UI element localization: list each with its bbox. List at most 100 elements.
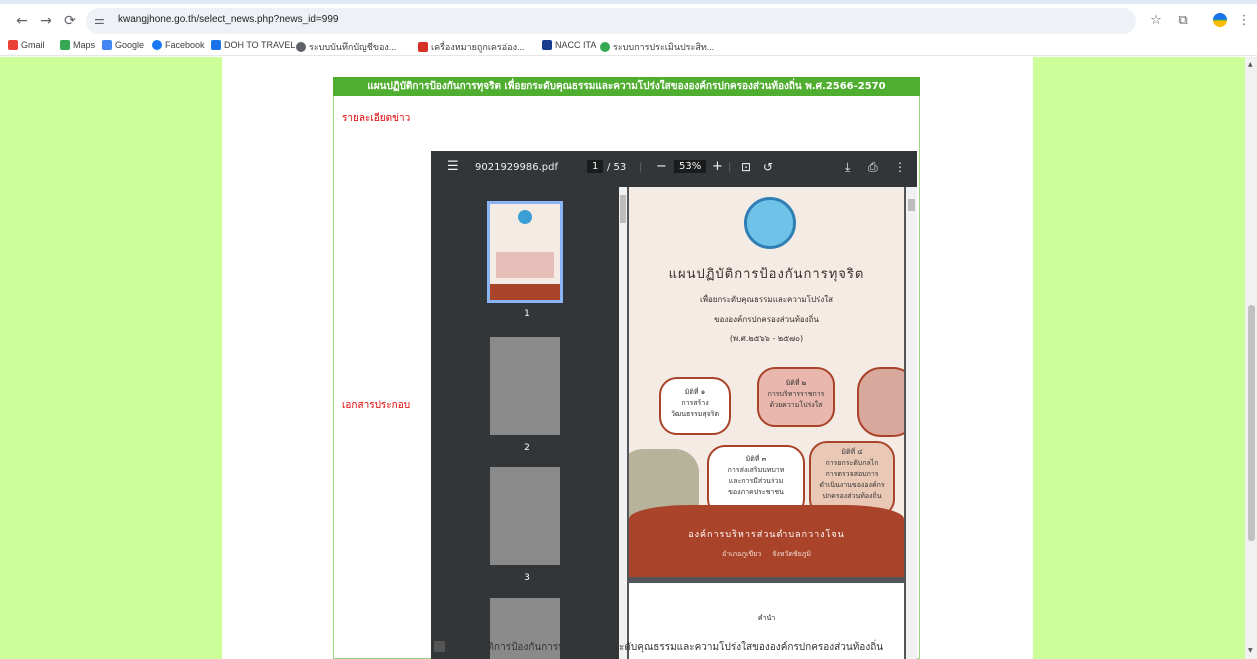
dim2-title: มิติที่ ๒ (785, 379, 807, 387)
dim3-line1: การส่งเสริมบทบาท (727, 466, 785, 474)
dim4-line3: ดำเนินงานขององค์กร (819, 481, 885, 489)
print-icon[interactable]: ⎙ (868, 160, 878, 175)
bookmark-mark[interactable]: เครื่องหมายถูกเครอ่อง... (418, 40, 524, 54)
scroll-up-icon[interactable]: ▲ (1248, 61, 1253, 68)
pdf-filename: 9021929986.pdf (475, 162, 559, 173)
right-green-margin (1033, 57, 1245, 659)
globe-icon (600, 42, 610, 52)
dim3-line3: ของภาคประชาชน (728, 488, 784, 496)
pdf-cover-page: แผนปฏิบัติการป้องกันการทุจริต เพื่อยกระด… (629, 187, 904, 577)
logo-icon (518, 210, 532, 224)
toolbar-divider: | (728, 162, 732, 173)
star-icon[interactable]: ☆ (1148, 13, 1164, 28)
page-scrollbar[interactable]: ▲ ▼ (1245, 57, 1257, 659)
page2-heading: คำนำ (757, 614, 776, 622)
dim2-line1: การบริหารราชการ (767, 390, 825, 398)
dimension-1-hexagon: มิติที่ ๑ การสร้าง วัฒนธรรมสุจริต (659, 377, 731, 435)
bookmark-evaluation[interactable]: ระบบการประเมินประสิท... (600, 40, 714, 54)
tab-strip (0, 0, 1257, 4)
bookmark-doh[interactable]: DOH TO TRAVEL (211, 40, 295, 50)
pdf-page-view[interactable]: แผนปฏิบัติการป้องกันการทุจริต เพื่อยกระด… (627, 187, 917, 659)
bookmark-nacc[interactable]: NACC ITA (542, 40, 596, 50)
dim4-line2: การตรวจสอบการ (825, 470, 879, 478)
download-icon[interactable]: ⤓ (845, 160, 850, 175)
extensions-icon[interactable]: ⧉ (1175, 13, 1191, 28)
doc-years: (พ.ศ.๒๕๖๖ - ๒๕๗๐) (729, 334, 804, 343)
thumbnail-page-3[interactable] (490, 467, 560, 565)
dim4-line4: ปกครองส่วนท้องถิ่น (822, 492, 882, 500)
fit-page-icon[interactable]: ⊡ (741, 160, 751, 174)
pdf-scrollbar[interactable] (906, 187, 917, 659)
thumbnail-sidebar: 1 2 3 (431, 187, 627, 659)
thumbnail-number-3: 3 (524, 573, 530, 583)
emblem-icon (744, 197, 796, 249)
dim1-title: มิติที่ ๑ (684, 388, 706, 396)
back-icon[interactable]: ← (14, 13, 30, 29)
facebook-icon (152, 40, 162, 50)
dim4-line1: การยกระดับกลไก (825, 459, 879, 467)
dimension-2-hexagon: มิติที่ ๒ การบริหารราชการ ด้วยความโปร่งใ… (757, 367, 835, 427)
bookmark-maps[interactable]: Maps (60, 40, 95, 50)
zoom-in-icon[interactable]: + (712, 159, 723, 174)
doc-subtitle-2: ขององค์กรปกครองส่วนท้องถิ่น (714, 315, 819, 324)
nacc-icon (542, 40, 552, 50)
page-total: / 53 (607, 162, 627, 173)
news-detail-label: รายละเอียดข่าว (342, 113, 411, 124)
thumbnail-number-2: 2 (524, 443, 530, 453)
zoom-out-icon[interactable]: − (656, 159, 667, 174)
attachment-label: เอกสารประกอบ (342, 400, 411, 411)
doc-footer-band: องค์การบริหารส่วนตำบลกวางโจน อำเภอภูเขีย… (629, 505, 904, 577)
thumbnail-graphic (496, 252, 554, 278)
doc-subtitle-1: เพื่อยกระดับคุณธรรมและความโปร่งใส (699, 295, 834, 304)
dim4-title: มิติที่ ๔ (841, 448, 863, 456)
profile-avatar[interactable] (1213, 13, 1227, 27)
doh-icon (211, 40, 221, 50)
doc-location: อำเภอภูเขียว จังหวัดชัยภูมิ (722, 550, 811, 558)
dim3-title: มิติที่ ๓ (745, 455, 767, 463)
page-scroll-thumb[interactable] (1248, 305, 1255, 541)
more-actions-icon[interactable]: ⋮ (894, 160, 906, 174)
forward-icon[interactable]: → (38, 13, 54, 29)
thumbnail-page-1[interactable] (487, 201, 563, 303)
bookmark-google[interactable]: Google (102, 40, 144, 50)
thumbnail-scroll-thumb[interactable] (620, 195, 626, 223)
thumbnail-number-1: 1 (524, 309, 530, 319)
address-bar[interactable]: ⚌ kwangjhone.go.th/select_news.php?news_… (86, 8, 1136, 34)
file-caption[interactable]: แผนปฏิบัติการป้องกันการทุจริต เพื่อยกระด… (449, 642, 883, 653)
scroll-down-icon[interactable]: ▼ (1248, 647, 1253, 654)
address-url[interactable]: kwangjhone.go.th/select_news.php?news_id… (118, 14, 338, 25)
bookmarks-bar: Gmail Maps Google Facebook DOH TO TRAVEL… (0, 36, 1257, 56)
save-file-icon (434, 641, 445, 652)
site-info-icon[interactable]: ⚌ (94, 13, 105, 27)
zoom-input[interactable]: 53% (674, 160, 707, 173)
page-number-input[interactable]: 1 (587, 160, 604, 173)
pdf-toolbar: ☰ 9021929986.pdf 1 / 53 | − 53% + | ⊡ ↺ … (431, 151, 917, 187)
mark-icon (418, 42, 428, 52)
thumbnail-scrollbar[interactable] (619, 187, 627, 659)
file-download-link[interactable]: แผนปฏิบัติการป้องกันการทุจริต เพื่อยกระด… (434, 640, 883, 655)
bookmark-accounting[interactable]: ระบบบันทึกบัญชีของ... (296, 40, 396, 54)
pdf-viewer[interactable]: ☰ 9021929986.pdf 1 / 53 | − 53% + | ⊡ ↺ … (431, 151, 917, 659)
dim3-line2: และการมีส่วนร่วม (728, 477, 784, 485)
doc-org-name: องค์การบริหารส่วนตำบลกวางโจน (688, 530, 845, 540)
doc-title: แผนปฏิบัติการป้องกันการทุจริต (668, 267, 865, 282)
google-icon (102, 40, 112, 50)
rotate-icon[interactable]: ↺ (763, 160, 773, 174)
maps-icon (60, 40, 70, 50)
pdf-scroll-thumb[interactable] (908, 199, 915, 211)
thumbnail-footer (490, 284, 560, 300)
page-title: แผนปฏิบัติการป้องกันการทุจริต เพื่อยกระด… (333, 77, 920, 96)
dim1-line2: วัฒนธรรมสุจริต (670, 410, 720, 418)
dim2-line2: ด้วยความโปร่งใส (769, 401, 823, 409)
reload-icon[interactable]: ⟳ (62, 13, 78, 29)
browser-toolbar: ← → ⟳ ⚌ kwangjhone.go.th/select_news.php… (0, 0, 1257, 36)
thumbnail-page-2[interactable] (490, 337, 560, 435)
toolbar-divider: | (639, 162, 643, 173)
globe-icon (296, 42, 306, 52)
menu-icon[interactable]: ☰ (447, 159, 459, 174)
menu-kebab-icon[interactable]: ⋮ (1236, 13, 1252, 28)
dim1-line1: การสร้าง (681, 399, 709, 407)
bookmark-gmail[interactable]: Gmail (8, 40, 45, 50)
bookmark-facebook[interactable]: Facebook (152, 40, 205, 50)
gmail-icon (8, 40, 18, 50)
